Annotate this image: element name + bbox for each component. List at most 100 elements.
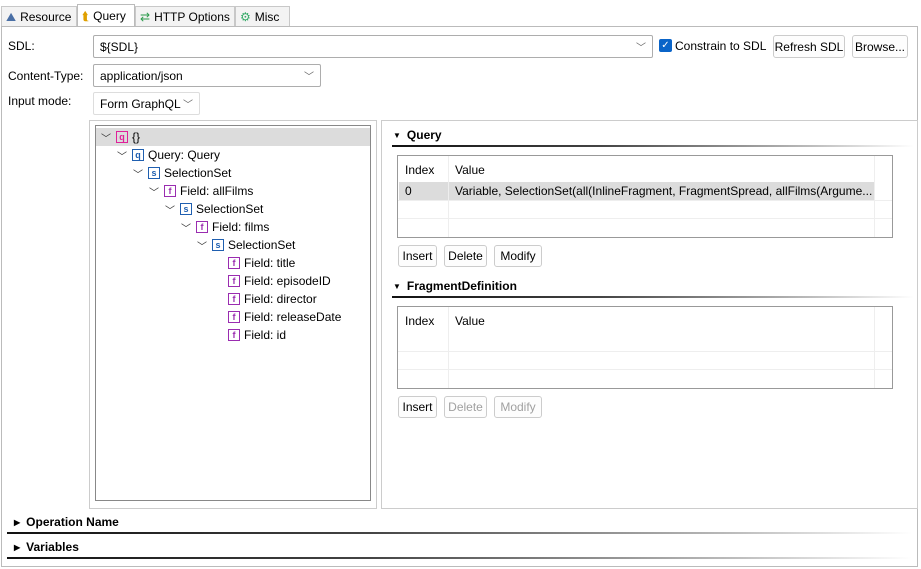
operation-name-section-header[interactable]: ▶ Operation Name <box>14 515 119 529</box>
content-type-label: Content-Type: <box>8 69 84 83</box>
column-header-value[interactable]: Value <box>455 163 485 177</box>
tree-item-label: Field: releaseDate <box>244 310 342 324</box>
tree-item-label: Field: allFilms <box>180 184 254 198</box>
sdl-value: ${SDL} <box>100 39 139 54</box>
tree-item-label: {} <box>132 130 141 144</box>
tree-item-label: Field: id <box>244 328 287 342</box>
tree-item[interactable]: f Field: title <box>212 254 295 272</box>
resource-icon: ⛰ <box>6 9 17 24</box>
cell-value: Variable, SelectionSet(all(InlineFragmen… <box>455 184 873 198</box>
section-title: Operation Name <box>26 515 119 529</box>
sdl-label: SDL: <box>8 39 35 53</box>
document-icon: q <box>116 131 128 143</box>
query-icon: ⮬ <box>82 8 90 23</box>
chevron-down-icon[interactable]: ﹀ <box>180 220 192 235</box>
tree-item-label: SelectionSet <box>228 238 296 252</box>
query-delete-button[interactable]: Delete <box>444 245 487 267</box>
query-modify-button[interactable]: Modify <box>494 245 542 267</box>
section-title: Variables <box>26 540 79 554</box>
tab-misc[interactable]: ⚙ Misc <box>235 6 290 27</box>
http-options-icon: ⇄ <box>140 10 151 24</box>
content-type-combo[interactable]: application/json ﹀ <box>93 64 321 87</box>
tree-item[interactable]: ﹀ q Query: Query <box>116 146 220 164</box>
constrain-checkbox[interactable]: ✓ <box>659 39 672 52</box>
chevron-down-icon[interactable]: ﹀ <box>196 238 208 253</box>
column-header-index[interactable]: Index <box>405 314 434 328</box>
tree-item[interactable]: ﹀ f Field: films <box>180 218 269 236</box>
tree-item[interactable]: f Field: releaseDate <box>212 308 341 326</box>
query-tree[interactable]: ﹀ q {} ﹀ q Query: Query ﹀ s SelectionSet ﹀ f Field:… <box>95 125 371 501</box>
chevron-down-icon[interactable]: ﹀ <box>164 202 176 217</box>
query-section-header[interactable]: ▼ Query <box>393 128 442 142</box>
content-type-value: application/json <box>100 68 183 83</box>
chevron-down-icon[interactable]: ﹀ <box>148 184 160 199</box>
field-icon: f <box>228 311 240 323</box>
triangle-right-icon: ▶ <box>14 517 21 527</box>
tree-item[interactable]: f Field: episodeID <box>212 272 331 290</box>
divider <box>7 532 912 534</box>
chevron-down-icon: ﹀ <box>636 43 646 54</box>
tree-item-label: Query: Query <box>148 148 221 162</box>
field-icon: f <box>228 275 240 287</box>
divider <box>392 296 914 298</box>
triangle-down-icon: ▼ <box>393 281 401 291</box>
tree-item-label: SelectionSet <box>196 202 264 216</box>
selection-set-icon: s <box>212 239 224 251</box>
input-mode-value: Form GraphQL <box>100 96 181 111</box>
fragment-table[interactable]: Index Value <box>397 306 893 389</box>
tab-label: Resource <box>20 10 72 24</box>
chevron-down-icon[interactable]: ﹀ <box>116 148 128 163</box>
misc-icon: ⚙ <box>240 10 251 24</box>
tab-query[interactable]: ⮬ Query <box>77 4 135 27</box>
tab-http-options[interactable]: ⇄ HTTP Options <box>135 6 235 27</box>
tree-item-label: SelectionSet <box>164 166 232 180</box>
divider <box>392 145 914 147</box>
query-table[interactable]: Index Value 0 Variable, SelectionSet(all… <box>397 155 893 238</box>
tab-resource[interactable]: ⛰ Resource <box>1 6 77 27</box>
tree-item[interactable]: ﹀ s SelectionSet <box>196 236 295 254</box>
triangle-right-icon: ▶ <box>14 542 21 552</box>
input-mode-label: Input mode: <box>8 94 72 108</box>
tree-item-label: Field: director <box>244 292 317 306</box>
field-icon: f <box>228 293 240 305</box>
tab-label: Misc <box>254 10 280 24</box>
tab-label: Query <box>93 9 126 23</box>
fragment-modify-button: Modify <box>494 396 542 418</box>
tree-item[interactable]: ﹀ f Field: allFilms <box>148 182 253 200</box>
refresh-sdl-button[interactable]: Refresh SDL <box>773 35 845 58</box>
constrain-label: Constrain to SDL <box>675 39 767 53</box>
field-icon: f <box>164 185 176 197</box>
selection-set-icon: s <box>180 203 192 215</box>
section-title: Query <box>406 128 442 142</box>
selection-set-icon: s <box>148 167 160 179</box>
chevron-down-icon[interactable]: ﹀ <box>100 130 112 145</box>
chevron-down-icon: ﹀ <box>183 100 193 111</box>
tab-label: HTTP Options <box>154 10 230 24</box>
input-mode-combo[interactable]: Form GraphQL ﹀ <box>93 92 200 115</box>
tree-item[interactable]: f Field: director <box>212 290 317 308</box>
fragment-delete-button: Delete <box>444 396 487 418</box>
chevron-down-icon[interactable]: ﹀ <box>132 166 144 181</box>
field-icon: f <box>228 329 240 341</box>
tree-item-label: Field: title <box>244 256 296 270</box>
tree-item[interactable]: f Field: id <box>212 326 286 344</box>
fragment-section-header[interactable]: ▼ FragmentDefinition <box>393 279 517 293</box>
browse-button[interactable]: Browse... <box>852 35 908 58</box>
tree-item[interactable]: ﹀ s SelectionSet <box>164 200 263 218</box>
divider <box>7 557 912 559</box>
tree-item[interactable]: ﹀ q {} <box>96 128 370 146</box>
query-icon: q <box>132 149 144 161</box>
section-title: FragmentDefinition <box>406 279 517 293</box>
column-header-value[interactable]: Value <box>455 314 485 328</box>
column-header-index[interactable]: Index <box>405 163 434 177</box>
variables-section-header[interactable]: ▶ Variables <box>14 540 79 554</box>
field-icon: f <box>228 257 240 269</box>
tree-item-label: Field: episodeID <box>244 274 331 288</box>
query-insert-button[interactable]: Insert <box>398 245 437 267</box>
chevron-down-icon: ﹀ <box>304 72 314 83</box>
cell-index: 0 <box>405 184 412 198</box>
tree-item[interactable]: ﹀ s SelectionSet <box>132 164 231 182</box>
fragment-insert-button[interactable]: Insert <box>398 396 437 418</box>
sdl-combo[interactable]: ${SDL} ﹀ <box>93 35 653 58</box>
triangle-down-icon: ▼ <box>393 130 401 140</box>
